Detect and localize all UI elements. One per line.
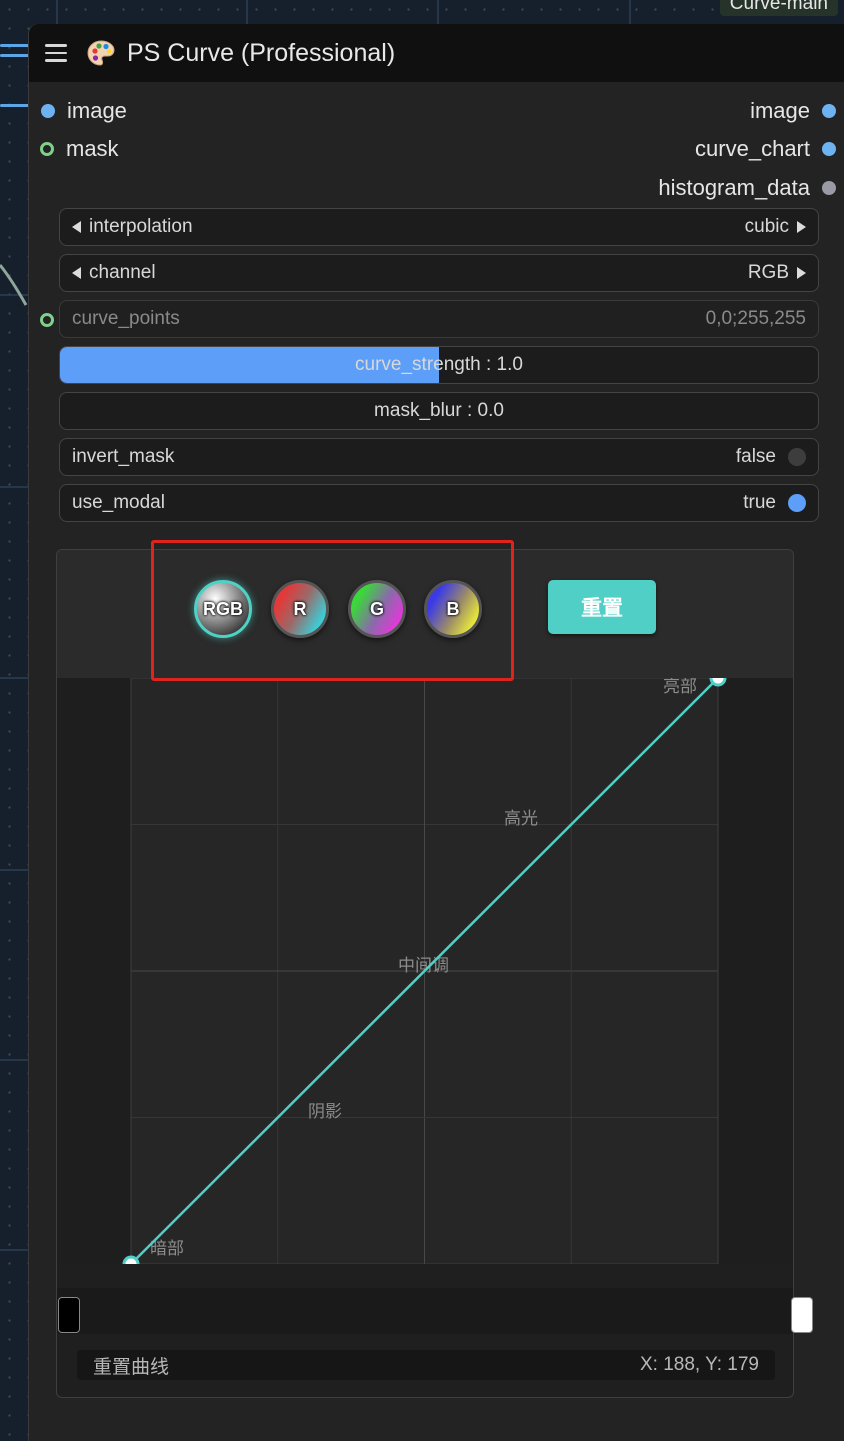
input-image[interactable]: image <box>41 98 127 124</box>
ps-curve-node[interactable]: PS Curve (Professional) image mask image… <box>28 24 844 1441</box>
invert-mask-toggle[interactable]: invert_mask false <box>59 438 819 476</box>
input-mask-slot[interactable] <box>40 142 54 156</box>
curve-control-point[interactable] <box>709 678 727 687</box>
node-header[interactable]: PS Curve (Professional) <box>29 24 844 82</box>
reset-button[interactable]: 重置 <box>548 580 656 634</box>
use-modal-value: true <box>743 492 776 513</box>
invert-mask-indicator <box>788 448 806 466</box>
channel-label: channel <box>89 262 156 283</box>
curve-points-input-slot[interactable] <box>40 313 54 327</box>
output-curve-chart[interactable]: curve_chart <box>695 136 836 162</box>
curve-control-point[interactable] <box>122 1255 140 1264</box>
channel-g-button[interactable]: G <box>348 580 406 638</box>
interpolation-next-arrow-icon[interactable] <box>797 221 806 233</box>
curve-points-field[interactable]: curve_points 0,0;255,255 <box>59 300 819 338</box>
black-point-handle[interactable] <box>58 1297 80 1333</box>
palette-icon <box>87 40 115 66</box>
white-point-handle[interactable] <box>791 1297 813 1333</box>
link-wire-top <box>0 44 30 47</box>
channel-prev-arrow-icon[interactable] <box>72 267 81 279</box>
zone-label-shadows-end: 暗部 <box>150 1239 184 1259</box>
output-image-label: image <box>750 98 810 123</box>
menu-icon[interactable] <box>45 44 67 62</box>
zone-label-highlights-end: 亮部 <box>663 678 697 697</box>
curve-points-label: curve_points <box>72 308 180 329</box>
curve-points-value: 0,0;255,255 <box>705 308 806 329</box>
input-gradient-bar <box>57 1288 793 1334</box>
use-modal-label: use_modal <box>72 492 165 513</box>
curve-chart-area[interactable]: 亮部 高光 中间调 阴影 暗部 <box>57 678 794 1264</box>
upstream-node-tag[interactable]: Curve-main <box>719 0 838 16</box>
output-curve-chart-label: curve_chart <box>695 136 810 161</box>
curve-strength-slider[interactable]: curve_strength : 1.0 <box>59 346 819 384</box>
input-mask[interactable]: mask <box>40 136 119 162</box>
link-wire-image <box>0 104 30 107</box>
zone-label-highlights: 高光 <box>504 809 538 829</box>
interpolation-value: cubic <box>744 216 789 237</box>
input-image-slot[interactable] <box>41 104 55 118</box>
input-image-label: image <box>67 98 127 123</box>
channel-combo[interactable]: channel RGB <box>59 254 819 292</box>
cursor-coordinates: X: 188, Y: 179 <box>639 1354 759 1375</box>
link-wire-top-2 <box>0 54 30 57</box>
output-histogram-data-label: histogram_data <box>658 175 810 200</box>
invert-mask-value: false <box>735 446 776 467</box>
interpolation-label: interpolation <box>89 216 193 237</box>
channel-r-button[interactable]: R <box>271 580 329 638</box>
output-histogram-data-slot[interactable] <box>822 181 836 195</box>
mask-blur-text: mask_blur : 0.0 <box>374 400 504 421</box>
channel-next-arrow-icon[interactable] <box>797 267 806 279</box>
output-image-slot[interactable] <box>822 104 836 118</box>
interpolation-prev-arrow-icon[interactable] <box>72 221 81 233</box>
mask-blur-slider[interactable]: mask_blur : 0.0 <box>59 392 819 430</box>
channel-b-button[interactable]: B <box>424 580 482 638</box>
use-modal-indicator <box>788 494 806 512</box>
invert-mask-label: invert_mask <box>72 446 175 467</box>
status-reset-curve-text[interactable]: 重置曲线 <box>93 1352 169 1379</box>
input-mask-label: mask <box>66 136 119 161</box>
curve-editor-panel[interactable]: RGB R G B 重置 亮部 高光 中间调 阴影 暗部 重置曲线 X: 188… <box>56 549 794 1398</box>
channel-rgb-button[interactable]: RGB <box>194 580 252 638</box>
editor-status-bar: 重置曲线 X: 188, Y: 179 <box>77 1350 775 1380</box>
curve-chart[interactable]: 亮部 高光 中间调 阴影 暗部 <box>57 678 794 1264</box>
interpolation-combo[interactable]: interpolation cubic <box>59 208 819 246</box>
use-modal-toggle[interactable]: use_modal true <box>59 484 819 522</box>
channel-value: RGB <box>747 262 789 283</box>
zone-label-shadows: 阴影 <box>308 1102 342 1122</box>
output-curve-chart-slot[interactable] <box>822 142 836 156</box>
curve-strength-text: curve_strength : 1.0 <box>355 354 523 375</box>
output-image[interactable]: image <box>750 98 836 124</box>
node-title: PS Curve (Professional) <box>127 38 396 67</box>
output-histogram-data[interactable]: histogram_data <box>658 175 836 201</box>
